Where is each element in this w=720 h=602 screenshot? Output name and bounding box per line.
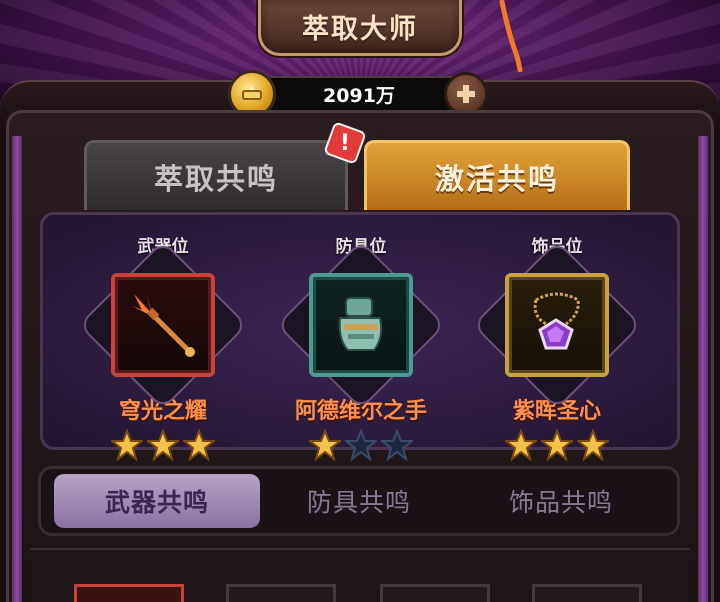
- page-title: 萃取大师: [302, 14, 418, 45]
- tab-accessory-resonance[interactable]: 饰品共鸣: [458, 474, 664, 528]
- tab-extract-resonance[interactable]: 萃取共鸣: [84, 140, 348, 210]
- subtab-label: 武器共鸣: [104, 488, 209, 517]
- weapon-slot: 武器位 穹光之耀: [78, 232, 248, 461]
- armor-item-button[interactable]: [309, 273, 413, 377]
- star-filled-icon: [309, 429, 341, 461]
- star-filled-icon: [111, 429, 143, 461]
- tab-armor-resonance[interactable]: 防具共鸣: [256, 474, 462, 528]
- trident-icon: [132, 292, 195, 357]
- alert-icon: !: [339, 130, 351, 156]
- star-filled-icon: [505, 429, 537, 461]
- tab-weapon-resonance[interactable]: 武器共鸣: [54, 474, 260, 528]
- currency-bar: 2091万: [254, 76, 464, 112]
- resonance-card[interactable]: [226, 584, 336, 602]
- star-filled-icon: [147, 429, 179, 461]
- weapon-item-button[interactable]: [111, 273, 215, 377]
- subtab-label: 防具共鸣: [306, 488, 411, 517]
- armor-slot: 防具位 阿德维尔之手: [276, 232, 446, 461]
- orange-brush-stroke: [499, 0, 523, 72]
- slot-frame: [78, 240, 248, 410]
- star-filled-icon: [541, 429, 573, 461]
- star-empty-icon: [381, 429, 413, 461]
- star-rating: [88, 429, 238, 461]
- star-rating: [286, 429, 436, 461]
- star-rating: [482, 429, 632, 461]
- currency-amount: 2091万: [323, 84, 395, 107]
- resonance-card[interactable]: [380, 584, 490, 602]
- star-filled-icon: [183, 429, 215, 461]
- title-plate: 萃取大师: [258, 0, 462, 56]
- star-empty-icon: [345, 429, 377, 461]
- star-filled-icon: [577, 429, 609, 461]
- resonance-card[interactable]: [532, 584, 642, 602]
- tab-label: 激活共鸣: [434, 161, 559, 196]
- accessory-slot: 饰品位 紫晖圣心: [472, 232, 642, 461]
- plus-icon: [457, 85, 475, 103]
- accessory-item-button[interactable]: [505, 273, 609, 377]
- slot-frame: [472, 240, 642, 410]
- tab-label: 萃取共鸣: [153, 161, 278, 196]
- gauntlet-icon: [338, 297, 383, 351]
- resonance-card[interactable]: [74, 584, 184, 602]
- slot-frame: [276, 240, 446, 410]
- subtab-label: 饰品共鸣: [508, 488, 613, 517]
- left-rail: [12, 136, 22, 602]
- right-rail: [698, 136, 708, 602]
- tab-activate-resonance[interactable]: 激活共鸣: [364, 140, 630, 210]
- amulet-icon: [533, 292, 580, 350]
